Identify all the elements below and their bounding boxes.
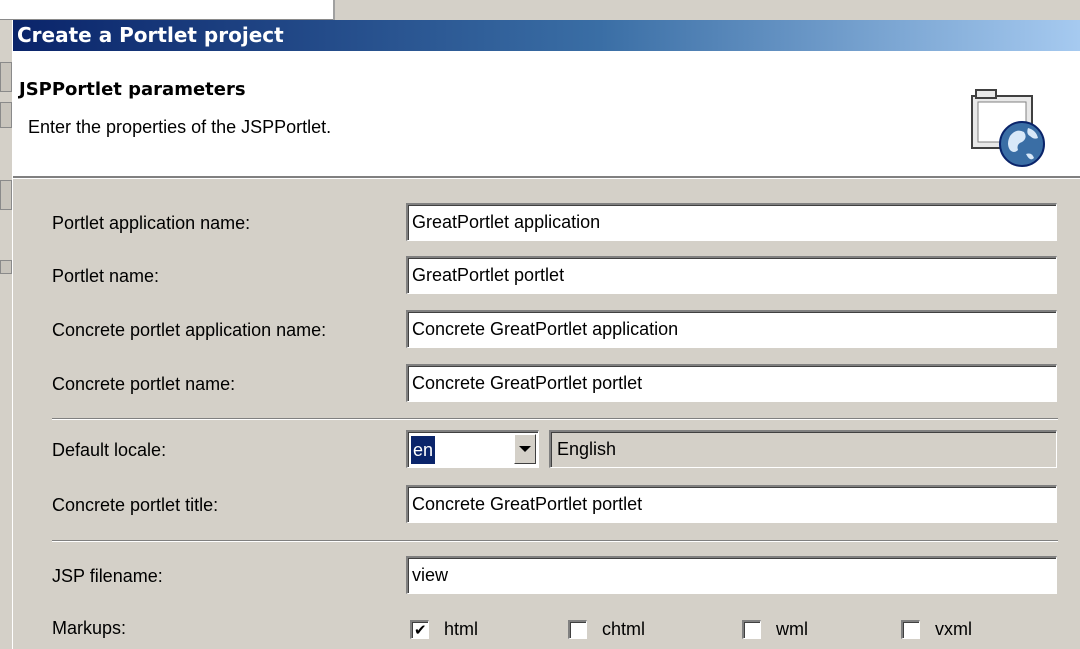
portlet-app-name-row: Portlet application name: GreatPortlet a… <box>13 203 1080 243</box>
dialog-title[interactable]: Create a Portlet project <box>13 20 1080 51</box>
concrete-portlet-name-label: Concrete portlet name: <box>52 374 236 394</box>
markup-chtml-label[interactable]: chtml <box>602 619 645 640</box>
portlet-name-label: Portlet name: <box>52 266 160 286</box>
markup-html-checkbox[interactable]: ✔ <box>410 619 429 639</box>
portlet-name-row: Portlet name: GreatPortlet portlet <box>13 256 1080 296</box>
chevron-down-icon[interactable] <box>514 434 536 464</box>
portlet-app-name-label: Portlet application name: <box>52 213 251 233</box>
portlet-app-name-input[interactable]: GreatPortlet application <box>406 203 1057 241</box>
background-window <box>0 0 335 20</box>
markup-html-option[interactable]: ✔ html <box>410 618 478 640</box>
background-button <box>0 260 12 274</box>
portlet-name-input[interactable]: GreatPortlet portlet <box>406 256 1057 294</box>
header-separator <box>13 177 1080 179</box>
concrete-app-name-label: Concrete portlet application name: <box>52 320 327 340</box>
locale-combo[interactable]: en <box>406 430 539 468</box>
section-separator <box>52 418 1058 420</box>
section-separator <box>52 540 1058 542</box>
markup-chtml-option[interactable]: chtml <box>568 618 645 640</box>
background-button <box>0 180 12 210</box>
default-locale-label: Default locale: <box>52 440 167 460</box>
portlet-project-globe-icon <box>971 89 1045 167</box>
checkmark-icon: ✔ <box>414 620 427 639</box>
concrete-portlet-name-row: Concrete portlet name: Concrete GreatPor… <box>13 364 1080 404</box>
wizard-page-title: JSPPortlet parameters <box>19 79 246 100</box>
locale-combo-value[interactable]: en <box>411 436 436 464</box>
markup-chtml-checkbox[interactable] <box>568 619 587 639</box>
jsp-filename-label: JSP filename: <box>52 566 163 586</box>
concrete-app-name-input[interactable]: Concrete GreatPortlet application <box>406 310 1057 348</box>
markup-wml-label[interactable]: wml <box>776 619 808 640</box>
default-locale-row: Default locale: en English <box>13 430 1080 470</box>
wizard-page-description: Enter the properties of the JSPPortlet. <box>28 117 332 137</box>
locale-language-field: English <box>549 430 1057 468</box>
markup-wml-option[interactable]: wml <box>742 618 808 640</box>
jsp-filename-row: JSP filename: view <box>13 556 1080 596</box>
background-button <box>0 102 12 128</box>
markups-row: Markups: ✔ html chtml wml vxml <box>13 608 1080 648</box>
background-button <box>0 62 12 92</box>
markups-label: Markups: <box>52 618 127 638</box>
concrete-app-name-row: Concrete portlet application name: Concr… <box>13 310 1080 350</box>
markup-vxml-label[interactable]: vxml <box>935 619 972 640</box>
markup-wml-checkbox[interactable] <box>742 619 761 639</box>
concrete-title-row: Concrete portlet title: Concrete GreatPo… <box>13 485 1080 525</box>
markup-vxml-option[interactable]: vxml <box>901 618 972 640</box>
create-portlet-dialog: Create a Portlet project JSPPortlet para… <box>12 20 1080 649</box>
concrete-title-label: Concrete portlet title: <box>52 495 219 515</box>
jsp-filename-input[interactable]: view <box>406 556 1057 594</box>
concrete-title-input[interactable]: Concrete GreatPortlet portlet <box>406 485 1057 523</box>
concrete-portlet-name-input[interactable]: Concrete GreatPortlet portlet <box>406 364 1057 402</box>
background-window-edge <box>333 0 335 20</box>
markup-html-label[interactable]: html <box>444 619 478 640</box>
markup-vxml-checkbox[interactable] <box>901 619 920 639</box>
wizard-header: JSPPortlet parameters Enter the properti… <box>13 51 1080 177</box>
